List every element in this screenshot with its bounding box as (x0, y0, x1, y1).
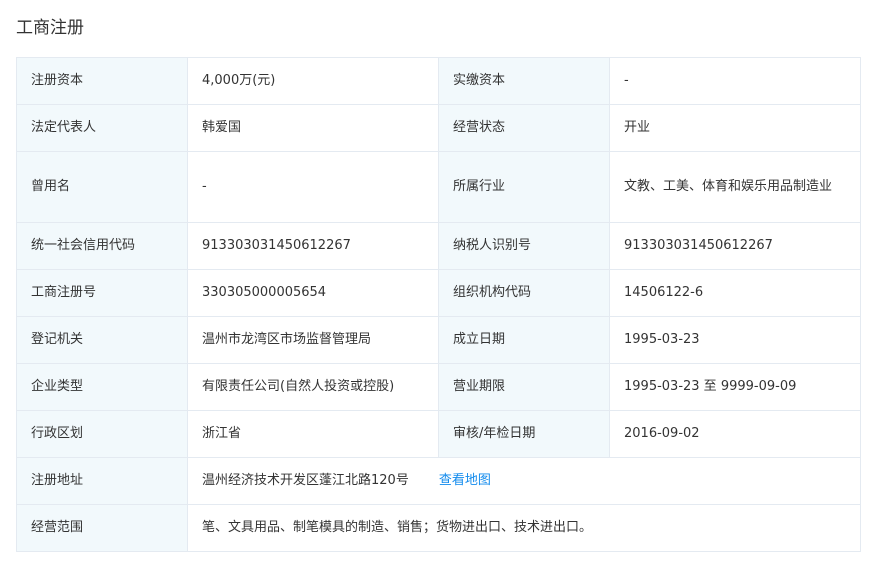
row-registration-number: 工商注册号 330305000005654 组织机构代码 14506122-6 (16, 269, 861, 317)
label-operating-status: 经营状态 (438, 104, 610, 152)
label-establishment-date: 成立日期 (438, 316, 610, 364)
row-former-name: 曾用名 - 所属行业 文教、工美、体育和娱乐用品制造业 (16, 151, 861, 223)
label-administrative-division: 行政区划 (16, 410, 188, 458)
value-registered-capital: 4,000万(元) (187, 57, 439, 105)
label-organization-code: 组织机构代码 (438, 269, 610, 317)
row-registration-authority: 登记机关 温州市龙湾区市场监督管理局 成立日期 1995-03-23 (16, 316, 861, 364)
value-former-name: - (187, 151, 439, 223)
row-registered-capital: 注册资本 4,000万(元) 实缴资本 - (16, 57, 861, 105)
business-registration-table: 注册资本 4,000万(元) 实缴资本 - 法定代表人 韩爱国 经营状态 开业 … (16, 57, 861, 552)
value-registration-number: 330305000005654 (187, 269, 439, 317)
value-registration-authority: 温州市龙湾区市场监督管理局 (187, 316, 439, 364)
value-legal-representative: 韩爱国 (187, 104, 439, 152)
value-industry: 文教、工美、体育和娱乐用品制造业 (609, 151, 861, 223)
label-registration-number: 工商注册号 (16, 269, 188, 317)
row-business-scope: 经营范围 笔、文具用品、制笔模具的制造、销售；货物进出口、技术进出口。 (16, 504, 861, 552)
label-business-scope: 经营范围 (16, 504, 188, 552)
value-inspection-date: 2016-09-02 (609, 410, 861, 458)
view-map-link[interactable]: 查看地图 (439, 473, 491, 488)
value-establishment-date: 1995-03-23 (609, 316, 861, 364)
row-legal-representative: 法定代表人 韩爱国 经营状态 开业 (16, 104, 861, 152)
label-registered-address: 注册地址 (16, 457, 188, 505)
value-company-type: 有限责任公司(自然人投资或控股) (187, 363, 439, 411)
label-credit-code: 统一社会信用代码 (16, 222, 188, 270)
label-company-type: 企业类型 (16, 363, 188, 411)
label-registered-capital: 注册资本 (16, 57, 188, 105)
row-administrative-division: 行政区划 浙江省 审核/年检日期 2016-09-02 (16, 410, 861, 458)
value-operating-status: 开业 (609, 104, 861, 152)
value-registered-address: 温州经济技术开发区蓬江北路120号 (202, 473, 409, 488)
row-company-type: 企业类型 有限责任公司(自然人投资或控股) 营业期限 1995-03-23 至 … (16, 363, 861, 411)
value-registered-address-cell: 温州经济技术开发区蓬江北路120号 查看地图 (187, 457, 861, 505)
value-paid-in-capital: - (609, 57, 861, 105)
value-business-term: 1995-03-23 至 9999-09-09 (609, 363, 861, 411)
value-organization-code: 14506122-6 (609, 269, 861, 317)
row-credit-code: 统一社会信用代码 913303031450612267 纳税人识别号 91330… (16, 222, 861, 270)
label-registration-authority: 登记机关 (16, 316, 188, 364)
label-former-name: 曾用名 (16, 151, 188, 223)
value-administrative-division: 浙江省 (187, 410, 439, 458)
label-paid-in-capital: 实缴资本 (438, 57, 610, 105)
value-business-scope: 笔、文具用品、制笔模具的制造、销售；货物进出口、技术进出口。 (187, 504, 861, 552)
value-taxpayer-id: 913303031450612267 (609, 222, 861, 270)
label-business-term: 营业期限 (438, 363, 610, 411)
row-registered-address: 注册地址 温州经济技术开发区蓬江北路120号 查看地图 (16, 457, 861, 505)
section-title: 工商注册 (16, 18, 84, 38)
label-inspection-date: 审核/年检日期 (438, 410, 610, 458)
label-taxpayer-id: 纳税人识别号 (438, 222, 610, 270)
label-industry: 所属行业 (438, 151, 610, 223)
value-credit-code: 913303031450612267 (187, 222, 439, 270)
label-legal-representative: 法定代表人 (16, 104, 188, 152)
